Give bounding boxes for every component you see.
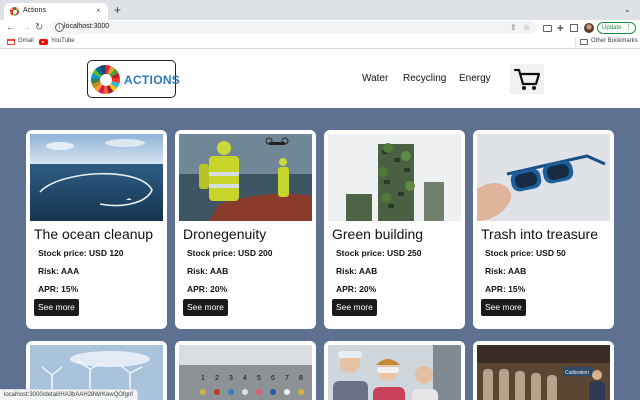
calibration-label: Calibration bbox=[565, 370, 589, 376]
product-title: Trash into treasure bbox=[481, 226, 598, 242]
sample-number: 7 bbox=[285, 375, 289, 382]
other-bookmarks[interactable]: Other Bookmarks bbox=[591, 38, 638, 44]
site-info-icon[interactable]: i bbox=[55, 23, 64, 32]
product-card[interactable] bbox=[324, 341, 465, 400]
tab-title: Actions bbox=[23, 7, 46, 14]
product-image-factory: Calibration bbox=[477, 345, 610, 400]
bookmark-star-icon[interactable]: ☆ bbox=[523, 22, 530, 33]
bookmark-divider bbox=[575, 38, 576, 47]
address-bar[interactable]: i localhost:3000 ⇪ ☆ bbox=[50, 21, 537, 34]
media-icon[interactable] bbox=[543, 25, 552, 32]
nav-recycling[interactable]: Recycling bbox=[403, 73, 446, 84]
product-grid: The ocean cleanup Stock price: USD 120 R… bbox=[0, 108, 640, 400]
share-icon[interactable]: ⇪ bbox=[510, 22, 517, 33]
product-card[interactable]: Trash into treasure Stock price: USD 50 … bbox=[473, 130, 614, 329]
product-image-dronegenuity bbox=[179, 134, 312, 221]
apr: APR: 20% bbox=[336, 284, 377, 294]
risk-rating: Risk: AAB bbox=[485, 266, 527, 276]
sample-number: 4 bbox=[243, 375, 247, 382]
see-more-button[interactable]: See more bbox=[34, 299, 79, 316]
see-more-button[interactable]: See more bbox=[332, 299, 377, 316]
side-panel-icon[interactable] bbox=[570, 24, 578, 32]
bookmarks-bar: Gmail YouTube Other Bookmarks bbox=[0, 36, 640, 49]
browser-toolbar: ← → ↻ i localhost:3000 ⇪ ☆ ✚ Update ⋮ bbox=[0, 20, 640, 36]
tab-close-icon[interactable]: × bbox=[96, 6, 101, 16]
tab-search-icon[interactable]: ⌄ bbox=[624, 5, 631, 14]
product-image-trash-into-treasure bbox=[477, 134, 610, 221]
product-title: Dronegenuity bbox=[183, 226, 267, 242]
update-button[interactable]: Update ⋮ bbox=[597, 22, 636, 34]
stock-price: Stock price: USD 250 bbox=[336, 248, 422, 258]
apr: APR: 20% bbox=[187, 284, 228, 294]
browser-tab-bar: Actions × + ⌄ bbox=[0, 0, 640, 20]
product-card[interactable]: Dronegenuity Stock price: USD 200 Risk: … bbox=[175, 130, 316, 329]
update-label: Update bbox=[602, 25, 622, 31]
product-image-samples: 1 2 3 4 5 6 7 8 bbox=[179, 345, 312, 400]
apr: APR: 15% bbox=[485, 284, 526, 294]
youtube-icon bbox=[39, 39, 48, 45]
see-more-button[interactable]: See more bbox=[183, 299, 228, 316]
product-card[interactable]: The ocean cleanup Stock price: USD 120 R… bbox=[26, 130, 167, 329]
stock-price: Stock price: USD 120 bbox=[38, 248, 124, 258]
product-image-students bbox=[328, 345, 461, 400]
sample-number: 5 bbox=[257, 375, 261, 382]
risk-rating: Risk: AAB bbox=[336, 266, 378, 276]
cart-button[interactable] bbox=[510, 64, 544, 94]
stock-price: Stock price: USD 200 bbox=[187, 248, 273, 258]
cart-icon bbox=[513, 68, 541, 90]
apr: APR: 15% bbox=[38, 284, 79, 294]
status-bar-url: localhost:3000/detail/HA3bAAH28WrKewQOfg… bbox=[0, 389, 138, 400]
product-image-ocean-cleanup bbox=[30, 134, 163, 221]
sample-number: 6 bbox=[271, 375, 275, 382]
forward-icon[interactable]: → bbox=[21, 21, 31, 34]
folder-icon bbox=[580, 39, 588, 45]
product-title: Green building bbox=[332, 226, 424, 242]
profile-avatar[interactable] bbox=[584, 23, 594, 33]
risk-rating: Risk: AAA bbox=[38, 266, 80, 276]
more-menu-icon: ⋮ bbox=[625, 24, 632, 31]
see-more-button[interactable]: See more bbox=[481, 299, 526, 316]
sample-number: 3 bbox=[229, 375, 233, 382]
product-card[interactable]: Green building Stock price: USD 250 Risk… bbox=[324, 130, 465, 329]
favicon-icon bbox=[10, 7, 19, 16]
extensions-icon[interactable]: ✚ bbox=[557, 24, 564, 33]
url-text[interactable]: localhost:3000 bbox=[64, 23, 109, 30]
sample-number: 8 bbox=[299, 375, 303, 382]
reload-icon[interactable]: ↻ bbox=[35, 21, 43, 34]
sample-number: 2 bbox=[215, 375, 219, 382]
nav-energy[interactable]: Energy bbox=[459, 73, 491, 84]
browser-tab[interactable]: Actions × bbox=[4, 3, 108, 20]
gmail-icon bbox=[7, 39, 15, 45]
site-logo[interactable]: ACTIONS bbox=[87, 60, 180, 98]
risk-rating: Risk: AAB bbox=[187, 266, 229, 276]
nav-water[interactable]: Water bbox=[362, 73, 388, 84]
product-card[interactable]: 1 2 3 4 5 6 7 8 bbox=[175, 341, 316, 400]
product-card[interactable]: Calibration bbox=[473, 341, 614, 400]
new-tab-button[interactable]: + bbox=[114, 3, 121, 17]
back-icon[interactable]: ← bbox=[6, 21, 16, 34]
sdg-wheel-icon bbox=[91, 65, 120, 94]
product-image-green-building bbox=[328, 134, 461, 221]
bookmark-youtube[interactable]: YouTube bbox=[51, 38, 75, 44]
sample-number: 1 bbox=[201, 375, 205, 382]
logo-text: ACTIONS bbox=[124, 73, 181, 87]
site-header: ACTIONS Water Recycling Energy bbox=[0, 50, 640, 108]
stock-price: Stock price: USD 50 bbox=[485, 248, 566, 258]
bookmark-gmail[interactable]: Gmail bbox=[18, 38, 34, 44]
product-title: The ocean cleanup bbox=[34, 226, 154, 242]
